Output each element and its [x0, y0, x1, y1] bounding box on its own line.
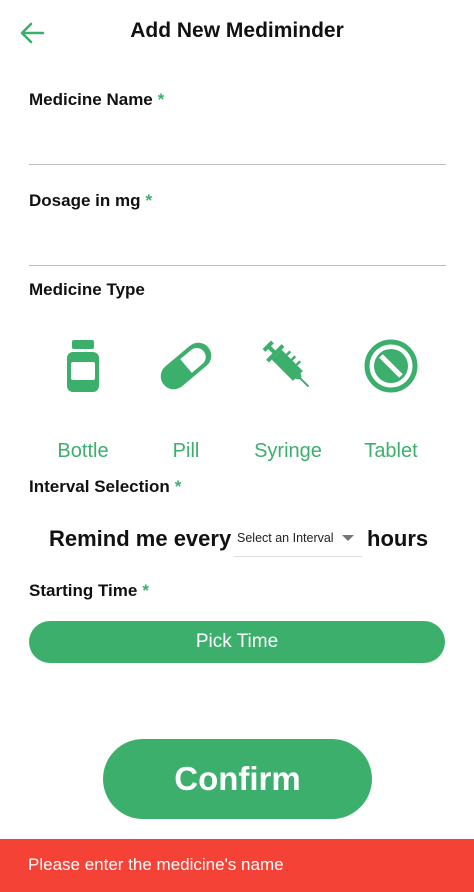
medicine-name-input[interactable]	[29, 136, 446, 165]
interval-selection-label-text: Interval Selection	[29, 477, 170, 496]
starting-time-label: Starting Time *	[29, 581, 149, 601]
type-label-pill: Pill	[172, 440, 200, 462]
dropdown-arrow-icon	[342, 535, 354, 541]
type-label-tablet: Tablet	[364, 440, 418, 462]
type-option-tablet[interactable]: Tablet	[341, 336, 441, 463]
type-label-bottle: Bottle	[57, 440, 109, 462]
interval-select-placeholder: Select an Interval	[237, 531, 334, 545]
remind-suffix-text: hours	[367, 526, 429, 551]
type-option-syringe[interactable]: Syringe	[238, 336, 338, 463]
dosage-label: Dosage in mg *	[29, 191, 152, 211]
tablet-icon	[341, 336, 441, 396]
required-asterisk: *	[142, 581, 149, 600]
interval-select[interactable]: Select an Interval	[234, 520, 362, 557]
required-asterisk: *	[145, 191, 153, 210]
required-asterisk: *	[174, 477, 182, 496]
type-option-pill[interactable]: Pill	[136, 336, 236, 463]
pick-time-button[interactable]: Pick Time	[29, 621, 445, 663]
dosage-label-text: Dosage in mg	[29, 191, 141, 210]
pill-icon	[136, 336, 236, 396]
syringe-icon	[238, 336, 338, 396]
type-option-bottle[interactable]: Bottle	[33, 336, 133, 463]
medicine-name-label: Medicine Name *	[29, 90, 164, 110]
dosage-input[interactable]	[29, 237, 446, 266]
pick-time-button-label: Pick Time	[195, 631, 279, 652]
interval-selection-label: Interval Selection *	[29, 477, 181, 497]
medicine-type-label: Medicine Type	[29, 280, 145, 299]
type-label-syringe: Syringe	[254, 440, 322, 462]
page-title: Add New Mediminder	[130, 19, 344, 42]
required-asterisk: *	[157, 90, 165, 109]
medicine-name-label-text: Medicine Name	[29, 90, 153, 109]
error-snackbar: Please enter the medicine's name	[0, 839, 474, 892]
remind-prefix-text: Remind me every	[49, 526, 232, 551]
bottle-icon	[33, 336, 133, 396]
confirm-button[interactable]: Confirm	[103, 739, 372, 819]
confirm-button-label: Confirm	[174, 760, 301, 797]
snackbar-message: Please enter the medicine's name	[28, 855, 284, 874]
starting-time-label-text: Starting Time	[29, 581, 138, 600]
